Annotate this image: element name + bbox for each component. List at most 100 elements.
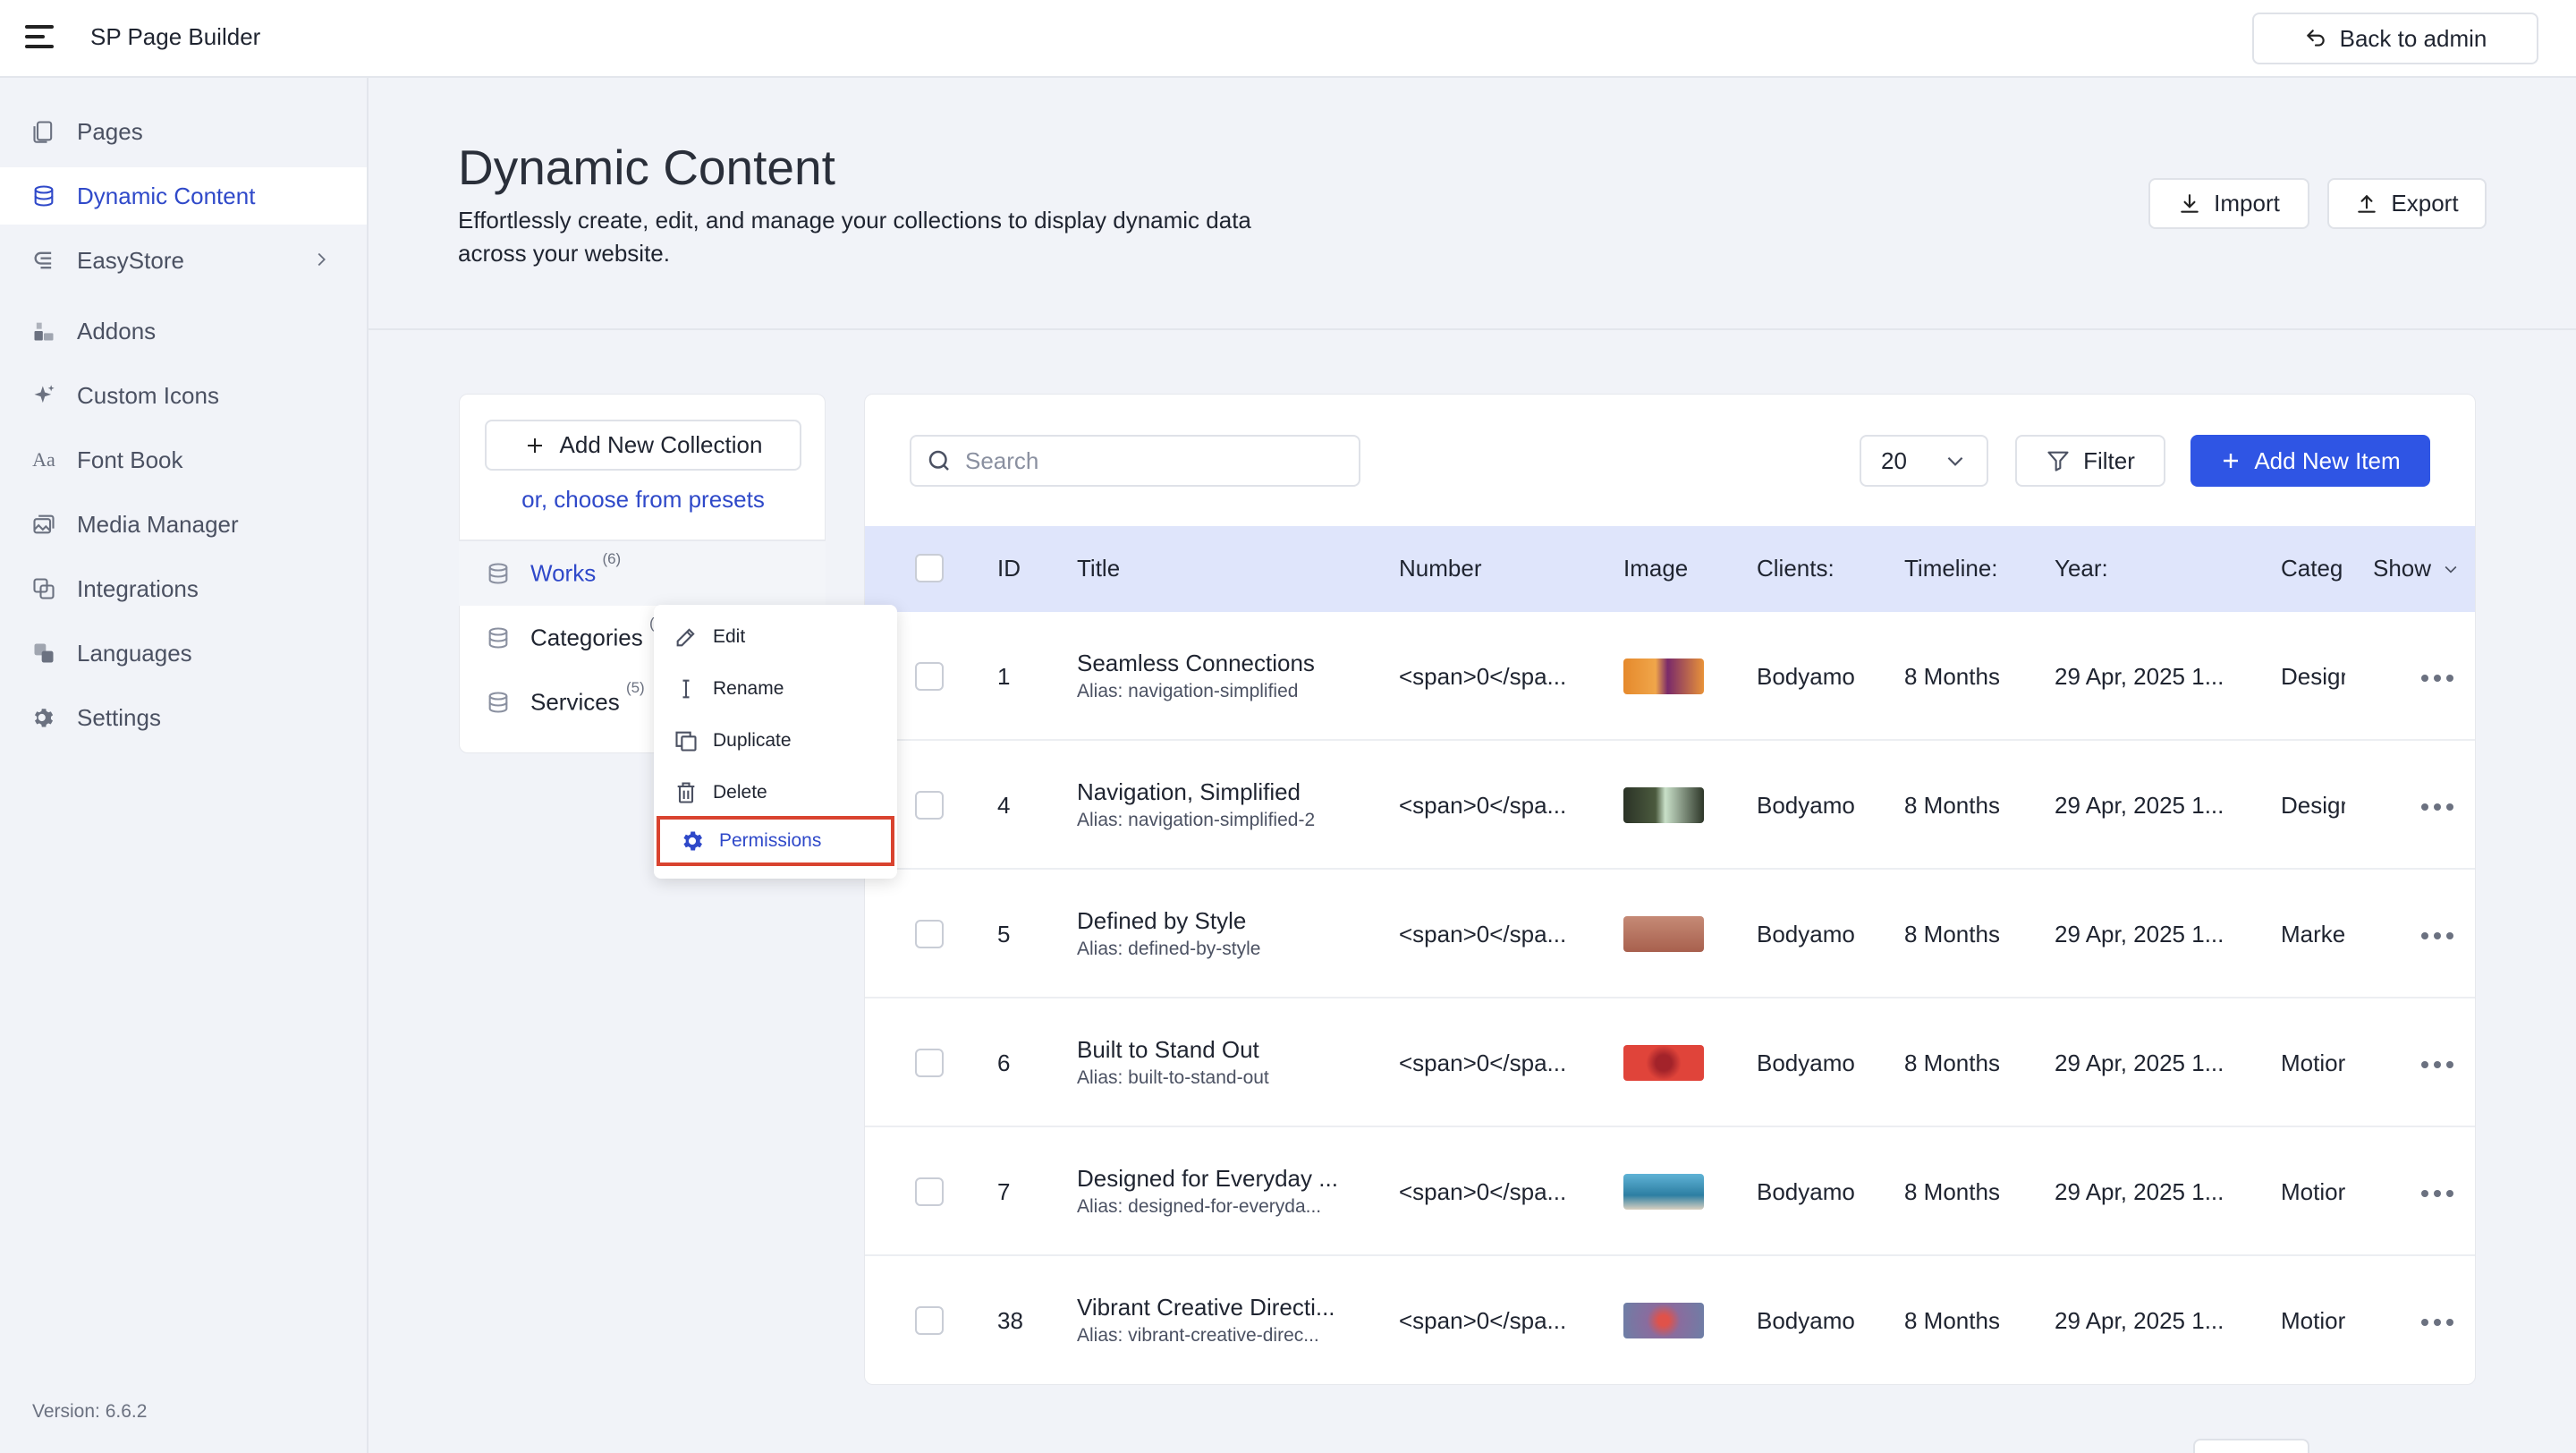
row-checkbox[interactable] (915, 1177, 944, 1206)
show-columns-label: Show (2373, 555, 2432, 582)
cell-title[interactable]: Defined by Style Alias: defined-by-style (1077, 907, 1260, 960)
cell-client: Bodyamo (1757, 663, 1855, 690)
hamburger-menu-icon[interactable] (25, 25, 54, 50)
sparkle-icon (30, 382, 57, 409)
choose-presets-link[interactable]: or, choose from presets (460, 486, 826, 514)
row-checkbox[interactable] (915, 920, 944, 948)
cell-title[interactable]: Navigation, Simplified Alias: navigation… (1077, 778, 1315, 831)
collection-item-works[interactable]: Works (6) (459, 541, 826, 606)
cell-number: <span>0</spa... (1399, 921, 1567, 947)
column-header-title[interactable]: Title (1077, 555, 1120, 582)
table-row[interactable]: 5 Defined by Style Alias: defined-by-sty… (865, 870, 2475, 998)
cell-title[interactable]: Designed for Everyday ... Alias: designe… (1077, 1165, 1338, 1218)
cell-client: Bodyamo (1757, 1178, 1855, 1205)
column-header-image[interactable]: Image (1623, 555, 1688, 582)
column-header-number[interactable]: Number (1399, 555, 1481, 582)
search-box[interactable] (910, 435, 1360, 487)
row-more-icon[interactable] (2421, 675, 2453, 682)
item-thumbnail (1623, 916, 1704, 952)
sidebar-item-integrations[interactable]: Integrations (0, 560, 367, 617)
row-checkbox[interactable] (915, 791, 944, 820)
chevron-down-icon (1947, 456, 1963, 466)
import-button[interactable]: Import (2148, 178, 2309, 229)
select-all-checkbox[interactable] (915, 554, 944, 582)
sidebar-item-languages[interactable]: Languages (0, 625, 367, 682)
cell-title[interactable]: Vibrant Creative Directi... Alias: vibra… (1077, 1294, 1335, 1347)
menu-item-rename[interactable]: Rename (654, 664, 897, 714)
item-alias: Alias: built-to-stand-out (1077, 1067, 1269, 1088)
table-row[interactable]: 38 Vibrant Creative Directi... Alias: vi… (865, 1256, 2475, 1384)
sidebar-item-custom-icons[interactable]: Custom Icons (0, 367, 367, 424)
column-header-id[interactable]: ID (997, 555, 1021, 582)
row-checkbox[interactable] (915, 662, 944, 691)
cell-client: Bodyamo (1757, 921, 1855, 947)
table-row[interactable]: 4 Navigation, Simplified Alias: navigati… (865, 741, 2475, 870)
row-more-icon[interactable] (2421, 1319, 2453, 1326)
column-header-category[interactable]: Categ (2281, 555, 2345, 582)
cell-id: 1 (997, 663, 1011, 690)
back-to-admin-button[interactable]: Back to admin (2252, 13, 2538, 64)
item-alias: Alias: navigation-simplified (1077, 681, 1299, 701)
filter-label: Filter (2083, 446, 2135, 474)
sidebar-item-label: Custom Icons (77, 381, 219, 409)
sidebar-item-dynamic-content[interactable]: Dynamic Content (0, 167, 367, 225)
table-row[interactable]: 6 Built to Stand Out Alias: built-to-sta… (865, 998, 2475, 1127)
sidebar-item-addons[interactable]: Addons (0, 302, 367, 360)
per-page-select[interactable]: 20 (1860, 435, 1988, 487)
cell-number: <span>0</spa... (1399, 663, 1567, 690)
collection-name: Works (530, 559, 597, 587)
row-more-icon[interactable] (2421, 1190, 2453, 1197)
row-more-icon[interactable] (2421, 1061, 2453, 1068)
row-checkbox[interactable] (915, 1049, 944, 1077)
menu-item-delete[interactable]: Delete (654, 768, 897, 818)
column-header-timeline[interactable]: Timeline: (1904, 555, 1998, 582)
sidebar-item-label: EasyStore (77, 246, 184, 274)
column-header-clients[interactable]: Clients: (1757, 555, 1835, 582)
database-icon (488, 563, 508, 584)
cell-number: <span>0</spa... (1399, 792, 1567, 819)
search-input[interactable] (965, 446, 1341, 475)
plus-icon (2224, 454, 2239, 468)
add-new-collection-button[interactable]: Add New Collection (485, 420, 801, 471)
sidebar-item-label: Pages (77, 117, 143, 145)
per-page-value: 20 (1881, 446, 1907, 474)
filter-button[interactable]: Filter (2015, 435, 2165, 487)
store-icon (30, 247, 57, 274)
sidebar-item-easystore[interactable]: EasyStore (0, 232, 367, 289)
sidebar-item-label: Settings (77, 703, 161, 731)
menu-item-permissions[interactable]: Permissions (657, 816, 894, 866)
item-alias: Alias: designed-for-everyda... (1077, 1196, 1322, 1217)
integrations-icon (30, 575, 57, 602)
show-columns-dropdown[interactable]: Show (2373, 555, 2460, 582)
item-thumbnail (1623, 1174, 1704, 1210)
cell-title[interactable]: Seamless Connections Alias: navigation-s… (1077, 650, 1315, 702)
upload-icon (2358, 194, 2377, 213)
export-label: Export (2391, 190, 2459, 217)
cell-title[interactable]: Built to Stand Out Alias: built-to-stand… (1077, 1036, 1269, 1089)
sidebar-item-label: Languages (77, 639, 192, 667)
sidebar-item-media-manager[interactable]: Media Manager (0, 496, 367, 553)
edit-icon (676, 628, 695, 647)
column-header-year[interactable]: Year: (2055, 555, 2108, 582)
menu-item-label: Permissions (719, 830, 822, 851)
row-checkbox[interactable] (915, 1306, 944, 1335)
add-new-item-button[interactable]: Add New Item (2190, 435, 2430, 487)
table-row[interactable]: 7 Designed for Everyday ... Alias: desig… (865, 1127, 2475, 1256)
sidebar-item-font-book[interactable]: Aa Font Book (0, 431, 367, 489)
row-more-icon[interactable] (2421, 932, 2453, 939)
collection-name: Categories (530, 624, 643, 651)
languages-icon (30, 640, 57, 667)
export-button[interactable]: Export (2327, 178, 2487, 229)
menu-item-duplicate[interactable]: Duplicate (654, 716, 897, 766)
menu-item-edit[interactable]: Edit (654, 612, 897, 662)
row-more-icon[interactable] (2421, 803, 2453, 811)
sidebar-item-settings[interactable]: Settings (0, 689, 367, 746)
download-icon (2181, 193, 2199, 213)
item-title: Built to Stand Out (1077, 1036, 1259, 1063)
pagination-control[interactable] (2193, 1439, 2309, 1453)
app-title: SP Page Builder (90, 23, 261, 50)
trash-icon (677, 782, 695, 803)
table-row[interactable]: 1 Seamless Connections Alias: navigation… (865, 612, 2475, 741)
plus-icon (527, 438, 542, 453)
sidebar-item-pages[interactable]: Pages (0, 103, 367, 160)
